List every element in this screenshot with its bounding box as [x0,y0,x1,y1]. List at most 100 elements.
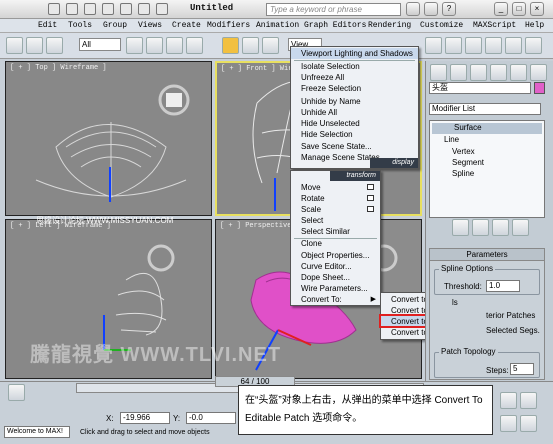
minimize-button[interactable]: _ [494,2,508,16]
menu-rendering[interactable]: Rendering [368,21,411,30]
quad-title-transform: transform [330,171,380,181]
menu-edit[interactable]: Edit [38,21,57,30]
zoom-icon[interactable] [500,415,517,432]
snap-toggle-icon[interactable] [425,37,442,54]
select-by-name-icon[interactable] [146,37,163,54]
menu-customize[interactable]: Customize [420,21,463,30]
utilities-tab-icon[interactable] [530,64,547,81]
menu-group[interactable]: Group [103,21,127,30]
show-end-result-icon[interactable] [472,219,489,236]
viewport-top[interactable]: [ + ] Top ] Wireframe ] [5,61,212,216]
help-icon[interactable]: ? [442,2,456,16]
undo-icon[interactable] [6,37,23,54]
stack-item-line[interactable]: Line [444,135,459,144]
mini-listener-icon[interactable] [8,384,25,401]
star-icon[interactable] [424,2,438,16]
menu-help[interactable]: Help [525,21,544,30]
menu-item-curve-editor[interactable]: Curve Editor... [291,261,380,272]
window-crossing-icon[interactable] [186,37,203,54]
hierarchy-tab-icon[interactable] [470,64,487,81]
render-production-icon[interactable] [525,37,542,54]
menu-item-unhide-all[interactable]: Unhide All [291,107,418,118]
rollout-header[interactable]: Parameters [430,249,544,261]
pin-stack-icon[interactable] [452,219,469,236]
menu-item-unhide-by-name[interactable]: Unhide by Name [291,96,418,107]
menu-views[interactable]: Views [138,21,162,30]
select-object-icon[interactable] [126,37,143,54]
menu-modifiers[interactable]: Modifiers [207,21,250,30]
close-button[interactable]: × [530,2,544,16]
next-frame-icon[interactable] [520,392,537,409]
named-selection-icon[interactable] [445,37,462,54]
menu-item-select-similar[interactable]: Select Similar [291,226,380,237]
make-unique-icon[interactable] [492,219,509,236]
stack-item-segment[interactable]: Segment [452,158,484,167]
pan-icon[interactable] [520,415,537,432]
hold-icon[interactable] [138,3,150,15]
modify-tab-icon[interactable] [450,64,467,81]
menu-item-save-scene-state[interactable]: Save Scene State... [291,141,418,152]
new-file-icon[interactable] [48,3,60,15]
menu-item-hide-unselected[interactable]: Hide Unselected [291,118,418,129]
select-move-icon[interactable] [222,37,239,54]
stack-item-spline[interactable]: Spline [452,169,474,178]
menu-item-wire-parameters[interactable]: Wire Parameters... [291,283,380,294]
fetch-icon[interactable] [156,3,168,15]
menu-item-hide-selection[interactable]: Hide Selection [291,129,418,140]
maxscript-listener[interactable]: Welcome to MAX! [4,426,70,438]
object-name-field[interactable]: 头盔 [429,82,531,94]
settings-box-icon[interactable] [367,184,374,190]
menu-maxscript[interactable]: MAXScript [473,21,516,30]
x-coordinate-field[interactable]: -19.966 [120,412,170,424]
watermark-small: 思缘设计论坛 WWW.MISSYUAN.COM [36,216,174,225]
motion-tab-icon[interactable] [490,64,507,81]
save-file-icon[interactable] [84,3,96,15]
threshold-label: Threshold: [444,282,482,291]
binoculars-icon[interactable] [406,2,420,16]
settings-box-icon[interactable] [367,195,374,201]
threshold-input[interactable]: 1.0 [486,280,520,292]
menu-item-select[interactable]: Select [291,215,380,226]
menu-graph-editors[interactable]: Graph Editors [304,21,366,30]
menu-item-freeze[interactable]: Freeze Selection [291,83,418,94]
remove-modifier-icon[interactable] [512,219,529,236]
stack-item-surface[interactable]: Surface [432,123,542,134]
modifier-list-dropdown[interactable]: Modifier List [429,103,541,115]
create-tab-icon[interactable] [430,64,447,81]
steps-input[interactable]: 5 [510,363,534,375]
unlink-icon[interactable] [46,37,63,54]
open-file-icon[interactable] [66,3,78,15]
menu-item-isolate[interactable]: Isolate Selection [291,61,418,72]
selection-filter-dropdown[interactable]: All [79,38,121,51]
menu-item-object-properties[interactable]: Object Properties... [291,250,380,261]
link-icon[interactable] [26,37,43,54]
search-input[interactable]: Type a keyword or phrase [266,3,401,16]
menu-create[interactable]: Create [172,21,201,30]
display-tab-icon[interactable] [510,64,527,81]
menu-item-clone[interactable]: Clone [291,238,380,249]
menu-item-dope-sheet[interactable]: Dope Sheet... [291,272,380,283]
y-coordinate-field[interactable]: -0.0 [186,412,236,424]
region-select-icon[interactable] [166,37,183,54]
stack-item-vertex[interactable]: Vertex [452,147,475,156]
instruction-caption: 在“头盔”对象上右击，从弹出的菜单中选择 Convert To Editable… [238,385,493,435]
menu-animation[interactable]: Animation [256,21,299,30]
render-frame-icon[interactable] [505,37,522,54]
parameters-rollout: Parameters Spline Options Threshold: 1.0… [429,248,545,380]
play-animation-icon[interactable] [500,392,517,409]
menu-item-unfreeze-all[interactable]: Unfreeze All [291,72,418,83]
settings-box-icon[interactable] [367,206,374,212]
select-rotate-icon[interactable] [242,37,259,54]
object-color-swatch[interactable] [534,82,545,94]
window-title: Untitled [190,3,234,13]
undo-icon[interactable] [102,3,114,15]
menu-tools[interactable]: Tools [68,21,92,30]
menu-item-convert-to[interactable]: Convert To: [291,294,380,305]
redo-icon[interactable] [120,3,132,15]
render-setup-icon[interactable] [485,37,502,54]
menu-item-lighting[interactable]: Viewport Lighting and Shadows [291,48,418,59]
select-scale-icon[interactable] [262,37,279,54]
viewport-label: [ + ] Top ] Wireframe ] [10,64,107,72]
maximize-button[interactable]: □ [512,2,526,16]
mirror-icon[interactable] [465,37,482,54]
